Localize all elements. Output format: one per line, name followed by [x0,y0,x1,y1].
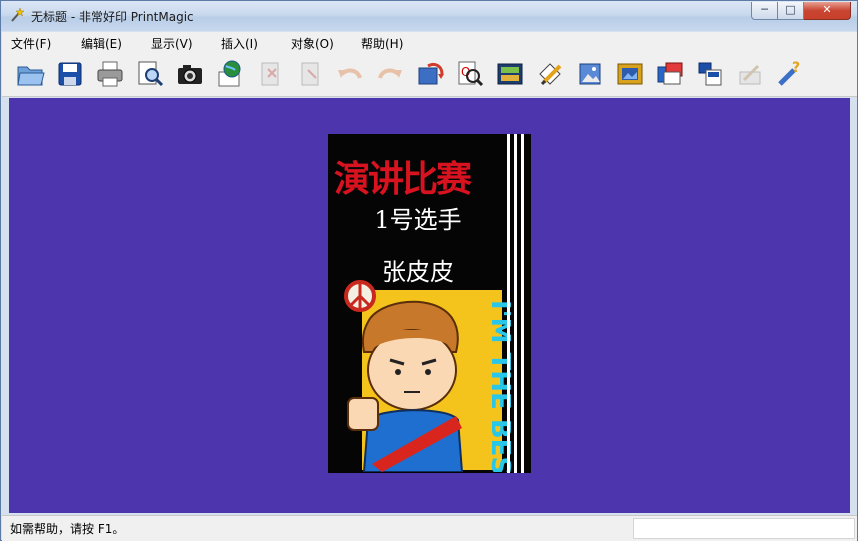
camera-button[interactable] [174,58,206,90]
design-card[interactable]: 演讲比赛 1号选手 张皮皮 I'M THE BEST [328,134,531,473]
menu-help[interactable]: 帮助(H) [361,35,403,52]
cut-icon [261,62,279,86]
status-bar: 如需帮助，请按 F1。 [2,515,857,541]
redo-button[interactable] [374,58,406,90]
menu-view[interactable]: 显示(V) [151,35,193,52]
save-button[interactable] [54,58,86,90]
status-text: 如需帮助，请按 F1。 [10,522,125,536]
cut-button[interactable] [254,58,286,90]
photo-button[interactable] [654,58,686,90]
frame-icon [617,63,643,85]
print-preview-button[interactable] [134,58,166,90]
close-button[interactable]: ✕ [804,2,851,20]
toolbar: Q ? [2,52,857,97]
save-icon [58,62,82,86]
card-title: 演讲比赛 [334,159,472,200]
maximize-button[interactable]: □ [778,2,804,20]
zoom-icon: Q [458,61,484,87]
undo-button[interactable] [334,58,366,90]
app-window: 无标题 - 非常好印 PrintMagic ─ □ ✕ 文件(F) 编辑(E) … [0,0,858,541]
menu-file[interactable]: 文件(F) [11,35,51,52]
card-stripe [507,134,510,473]
magic-wand-icon [11,7,25,22]
svg-text:?: ? [792,60,800,76]
rotate-icon [418,62,444,85]
menu-bar: 文件(F) 编辑(E) 显示(V) 插入(I) 对象(O) 帮助(H) [2,32,857,52]
menu-edit[interactable]: 编辑(E) [81,35,122,52]
settings-button[interactable] [734,58,766,90]
web-icon [218,60,241,87]
draw-icon [539,63,562,86]
copy-icon [301,62,319,86]
frame-button[interactable] [614,58,646,90]
text-icon [497,63,523,85]
title-bar[interactable]: 无标题 - 非常好印 PrintMagic ─ □ ✕ [1,1,857,31]
right-border [850,97,857,515]
print-button[interactable] [94,58,126,90]
insert-image-icon [579,63,601,85]
draw-button[interactable] [534,58,566,90]
web-button[interactable] [214,58,246,90]
card-stripe [514,134,517,473]
menu-object[interactable]: 对象(O) [291,35,334,52]
status-panel [633,518,855,539]
card-contestant-number: 1号选手 [374,206,462,234]
undo-icon [338,68,362,79]
text-button[interactable] [494,58,526,90]
left-border [2,97,9,515]
minimize-button[interactable]: ─ [751,2,778,20]
zoom-button[interactable]: Q [454,58,486,90]
layout-icon [698,62,722,86]
camera-icon [178,65,202,84]
open-button[interactable] [14,58,46,90]
open-folder-icon [17,66,45,86]
print-preview-icon [138,61,164,87]
help-icon: ? [778,60,800,86]
menu-insert[interactable]: 插入(I) [221,35,258,52]
card-stripe [521,134,524,473]
settings-icon [739,64,761,85]
cartoon-illustration: I'M THE BEST [344,280,512,472]
help-button[interactable]: ? [774,58,806,90]
insert-image-button[interactable] [574,58,606,90]
copy-button[interactable] [294,58,326,90]
rotate-button[interactable] [414,58,446,90]
print-icon [97,61,123,87]
photo-icon [657,62,683,85]
window-title: 无标题 - 非常好印 PrintMagic [31,10,194,24]
layout-button[interactable] [694,58,726,90]
redo-icon [378,68,402,79]
